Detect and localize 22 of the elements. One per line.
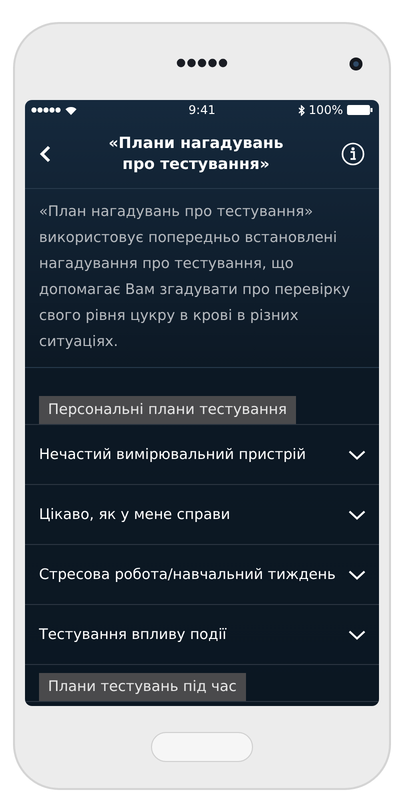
accordion-row[interactable]: Тестування впливу події [25,605,379,665]
chevron-down-icon [348,570,366,580]
accordion-row[interactable]: Стресова робота/навчальний тиждень [25,545,379,605]
battery-percent: 100% [308,103,343,117]
bluetooth-icon [298,104,305,116]
chevron-down-icon [348,450,366,460]
signal-icon [31,107,61,113]
accordion-row[interactable]: Нечастий вимірювальний пристрій [25,425,379,485]
speaker-icon [176,58,228,68]
wifi-icon [65,106,77,114]
description-text: «План нагадувань про тестування» використовує попередньо встановлені нагадування про тестування, що допомагає Вам згадувати про перевірку свого рівня цукру в крові в різних ситуаціях. [25,189,379,368]
screen-title: «Плани нагадувань про тестування» [108,133,284,175]
battery-icon [346,105,373,115]
section-heading: Плани тестувань під час [39,673,246,701]
info-icon [341,142,365,166]
status-time: 9:41 [188,103,216,117]
chevron-down-icon [348,630,366,640]
accordion-row[interactable]: Цікаво, як у мене справи [25,485,379,545]
section-heading: Персональні плани тестування [39,396,296,424]
chevron-down-icon [348,510,366,520]
camera-icon [349,57,363,71]
chevron-left-icon [39,145,51,163]
